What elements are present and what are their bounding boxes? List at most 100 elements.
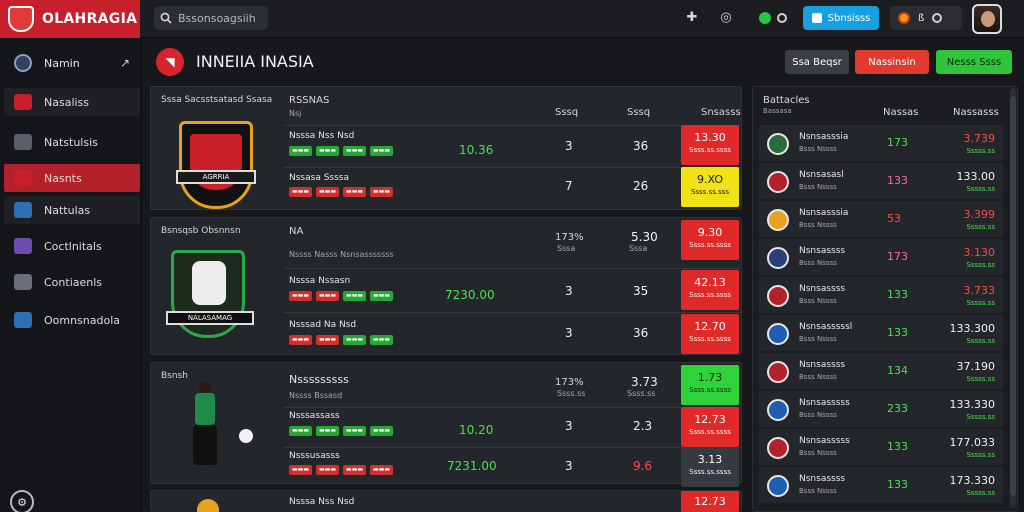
avatar[interactable] <box>972 4 1002 34</box>
odds-sub: Sssss.ss <box>966 413 995 421</box>
col-sub: Ssss.ss <box>557 389 586 398</box>
team-name: Nsnsasssssl <box>799 322 853 332</box>
odds-button[interactable]: 42.13 Ssss.ss.ssss <box>681 270 739 310</box>
team-sub: Bsss Nssss <box>799 487 837 495</box>
sidebar-item-label: Coctlnitals <box>44 239 102 253</box>
team-logo-icon <box>767 247 789 269</box>
odds-button[interactable]: 12.73 Ssss.ss.ssss <box>681 407 739 447</box>
odds-value: 3.399 <box>963 208 996 221</box>
team-crest-icon <box>197 499 219 512</box>
odds-sub: Sssss.ss <box>966 451 995 459</box>
sidebar-item-3[interactable]: Nattulas <box>4 196 140 224</box>
settings-icon[interactable]: ⚙ <box>10 490 34 512</box>
sidebar-item-label: Contiaenls <box>44 275 103 289</box>
count-value: 233 <box>887 402 908 415</box>
odds-sub: Sssss.ss <box>966 337 995 345</box>
row-value-b: 9.6 <box>633 459 653 473</box>
count-value: 133 <box>887 174 908 187</box>
row-label: Nsssa Nss Nsd <box>289 497 355 507</box>
team-logo-icon <box>767 361 789 383</box>
row-pills: ▬▬▬ ▬▬▬ ▬▬▬ ▬▬▬ <box>289 465 394 475</box>
account-ring-icon <box>932 13 943 23</box>
status-toggle[interactable] <box>759 9 787 27</box>
match-panel-1: Sssa Sacsstsatasd Ssasa AGRRIA RSSNAS Ns… <box>150 86 742 210</box>
sidebar-item-label: Nasaliss <box>44 95 90 109</box>
sidebar-header[interactable]: Namin ↗ <box>0 48 142 78</box>
odds-button[interactable]: 3.13 Ssss.ss.ssss <box>681 447 739 487</box>
team-name: Nsnsassss <box>799 360 846 370</box>
search-box[interactable] <box>154 6 268 30</box>
team-logo-icon <box>767 323 789 345</box>
team-name: Nsnsasssia <box>799 208 849 218</box>
player-icon <box>185 381 225 469</box>
odds-sub: Sssss.ss <box>966 299 995 307</box>
red-button[interactable]: Nassinsin <box>855 50 929 74</box>
coin-icon <box>898 12 910 24</box>
odds-sub: Sssss.ss <box>966 261 995 269</box>
col-header: Nsssssssss <box>289 373 349 386</box>
odds-button[interactable]: 9.XO Ssss.ss.sss <box>681 167 739 207</box>
list-item[interactable]: Nsnsassss Bsss Nssss 133 3.733 Sssss.ss <box>759 277 1003 313</box>
brand-logo-icon <box>8 6 34 32</box>
col-header: Snsasss <box>701 107 741 118</box>
dark-button[interactable]: Ssa Beqsr <box>785 50 849 74</box>
list-item[interactable]: Nsnsasasl Bsss Nssss 133 133.00 Sssss.ss <box>759 163 1003 199</box>
row-value-b: 2.3 <box>633 419 653 433</box>
odds-value: 3.130 <box>963 246 996 259</box>
puzzle-icon[interactable]: ✚ <box>684 10 700 26</box>
row-label: Nsssusasss <box>289 451 340 461</box>
scrollbar[interactable] <box>1010 88 1016 508</box>
team-name: Nsnsasasl <box>799 170 844 180</box>
odds-value: 133.300 <box>949 322 996 335</box>
sidebar-item-label: Nattulas <box>44 203 91 217</box>
team-sub: Bsss Nssss <box>799 145 837 153</box>
brand[interactable]: OLAHRAGIA <box>0 0 140 38</box>
odds-button[interactable]: 13.30 Ssss.ss.ssss <box>681 125 739 165</box>
green-button[interactable]: Nesss Ssss <box>936 50 1012 74</box>
count-value: 173 <box>887 136 908 149</box>
list-item[interactable]: Nsnsasssia Bsss Nssss 173 3.739 Sssss.ss <box>759 125 1003 161</box>
odds-value: 173.330 <box>949 474 996 487</box>
row-value-b: 36 <box>633 326 649 340</box>
list-item[interactable]: Nsnsasssia Bsss Nssss 53 3.399 Sssss.ss <box>759 201 1003 237</box>
list-item[interactable]: Nsnsasssss Bsss Nssss 233 133.330 Sssss.ss <box>759 391 1003 427</box>
count-value: 133 <box>887 288 908 301</box>
online-dot-icon <box>759 12 771 24</box>
row-pills: ▬▬▬ ▬▬▬ ▬▬▬ ▬▬▬ <box>289 426 394 436</box>
odds-button[interactable]: 9.30 Ssss.ss.ssss <box>681 220 739 260</box>
top-bar: OLAHRAGIA ✚ ◎ Sbnsisss ß <box>0 0 1024 38</box>
chat-icon[interactable]: ◎ <box>718 10 734 26</box>
sidebar: Namin ↗ Nasaliss Natstulsis Nasnts Nattulas… <box>0 38 142 512</box>
list-item[interactable]: Nsnsassss Bsss Nssss 134 37.190 Sssss.ss <box>759 353 1003 389</box>
list-item[interactable]: Nsnsasssss Bsss Nssss 133 177.033 Sssss.ss <box>759 429 1003 465</box>
search-input[interactable] <box>178 11 264 25</box>
odds-sub: Sssss.ss <box>966 147 995 155</box>
list-item[interactable]: Nsnsassss Bsss Nssss 133 173.330 Sssss.ss <box>759 467 1003 503</box>
row-green-value: 10.36 <box>459 143 494 157</box>
account-balance[interactable]: ß <box>890 6 962 30</box>
list-item[interactable]: Nsnsassss Bsss Nssss 173 3.130 Sssss.ss <box>759 239 1003 275</box>
odds-button[interactable]: 12.73 <box>681 491 739 512</box>
row-value-a: 7 <box>565 179 573 193</box>
team-sub: Bsss Nssss <box>799 221 837 229</box>
blue-action-button[interactable]: Sbnsisss <box>803 6 879 30</box>
ball-icon <box>239 429 253 443</box>
sidebar-item-2[interactable]: Nasnts <box>4 164 140 192</box>
count-value: 133 <box>887 440 908 453</box>
bell-icon <box>14 312 32 328</box>
odds-button[interactable]: 1.73 Ssss.ss.ssss <box>681 365 739 405</box>
team-logo-icon <box>767 133 789 155</box>
list-item[interactable]: Nsnsasssssl Bsss Nssss 133 133.300 Sssss.ss <box>759 315 1003 351</box>
sidebar-item-0[interactable]: Nasaliss <box>4 88 140 116</box>
team-logo-icon <box>767 437 789 459</box>
col-sub: Nssss Nasss Nsnsasssssss <box>289 250 394 259</box>
row-pills: ▬▬▬ ▬▬▬ ▬▬▬ ▬▬▬ <box>289 291 394 301</box>
odds-button[interactable]: 12.70 Ssss.ss.ssss <box>681 314 739 354</box>
sidebar-item-6[interactable]: Oomnsnadola <box>4 306 140 334</box>
sidebar-item-4[interactable]: Coctlnitals <box>4 232 140 260</box>
sidebar-item-1[interactable]: Natstulsis <box>4 128 140 156</box>
row-value-b: 36 <box>633 139 649 153</box>
odds-sub: Sssss.ss <box>966 223 995 231</box>
dice-icon <box>14 94 32 110</box>
sidebar-item-5[interactable]: Contiaenls <box>4 268 140 296</box>
